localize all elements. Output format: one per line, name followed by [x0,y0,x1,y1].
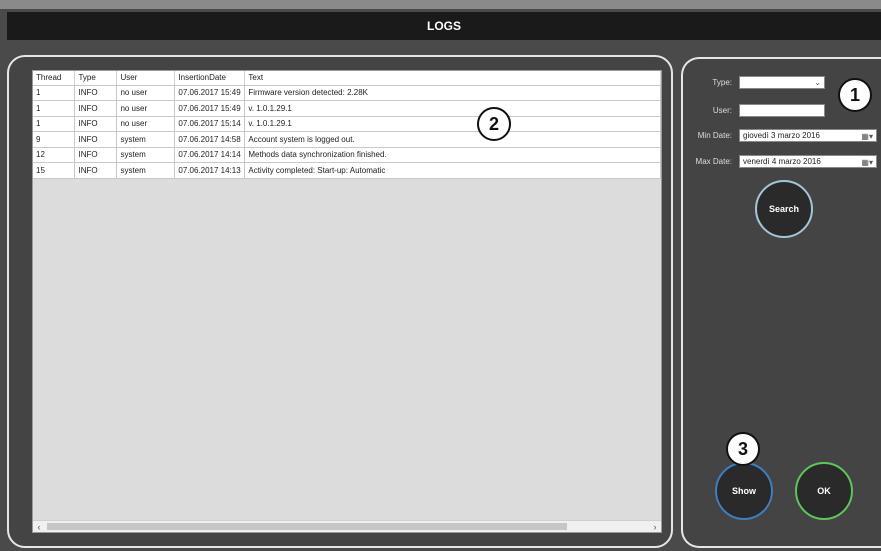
cell-user: system [116,147,176,163]
table-row[interactable]: 1 INFO no user 07.06.2017 15:49 Firmware… [33,85,661,101]
cell-type: INFO [74,147,118,163]
table-row[interactable]: 1 INFO no user 07.06.2017 15:14 v. 1.0.1… [33,116,661,132]
cell-thread: 9 [33,131,76,148]
column-header-user[interactable]: User [116,71,176,86]
cell-insertion-date: 07.06.2017 14:14 [174,147,246,163]
calendar-icon[interactable]: ▦▾ [861,157,873,169]
cell-type: INFO [74,131,118,148]
type-label: Type: [712,78,732,87]
log-table: Thread Type User InsertionDate Text 1 IN… [33,71,661,179]
cell-user: system [116,131,176,148]
cell-insertion-date: 07.06.2017 14:13 [174,162,246,179]
logs-window: LOGS Thread Type User InsertionDate Text… [0,0,881,551]
table-row[interactable]: 1 INFO no user 07.06.2017 15:49 v. 1.0.1… [33,100,661,117]
cell-user: no user [116,100,176,117]
window-title: LOGS [7,12,881,40]
horizontal-scrollbar[interactable]: ‹ › [33,520,661,532]
cell-text: Firmware version detected: 2.28K [244,85,661,101]
column-header-thread[interactable]: Thread [33,71,76,86]
column-header-type[interactable]: Type [74,71,118,86]
max-date-value: venerdì 4 marzo 2016 [743,157,821,166]
scrollbar-thumb[interactable] [47,523,567,530]
chevron-down-icon: ⌄ [814,78,821,87]
cell-user: no user [116,85,176,101]
scroll-right-icon[interactable]: › [649,521,661,532]
type-dropdown[interactable]: ⌄ [739,76,825,89]
cell-insertion-date: 07.06.2017 14:58 [174,131,246,148]
cell-type: INFO [74,116,118,132]
cell-text: Methods data synchronization finished. [244,147,661,163]
cell-insertion-date: 07.06.2017 15:49 [174,85,246,101]
cell-text: v. 1.0.1.29.1 [244,116,661,132]
table-row[interactable]: 12 INFO system 07.06.2017 14:14 Methods … [33,147,661,163]
column-header-insertion-date[interactable]: InsertionDate [174,71,246,86]
log-grid[interactable]: Thread Type User InsertionDate Text 1 IN… [32,70,662,533]
cell-text: v. 1.0.1.29.1 [244,100,661,117]
user-label: User: [712,106,732,115]
search-button[interactable]: Search [755,180,813,238]
show-button[interactable]: Show [715,462,773,520]
callout-grid: 2 [477,107,511,141]
cell-insertion-date: 07.06.2017 15:49 [174,100,246,117]
cell-type: INFO [74,162,118,179]
min-date-label: Min Date: [697,131,732,140]
max-date-picker[interactable]: venerdì 4 marzo 2016 ▦▾ [739,155,877,168]
cell-type: INFO [74,100,118,117]
cell-text: Activity completed: Start-up: Automatic [244,162,661,179]
callout-show: 3 [726,432,760,466]
cell-insertion-date: 07.06.2017 15:14 [174,116,246,132]
cell-text: Account system is logged out. [244,131,661,148]
cell-thread: 1 [33,116,76,132]
column-header-text[interactable]: Text [244,71,661,86]
scroll-left-icon[interactable]: ‹ [33,521,45,532]
max-date-label: Max Date: [695,157,732,166]
cell-thread: 1 [33,85,76,101]
table-header-row: Thread Type User InsertionDate Text [33,71,661,86]
cell-thread: 15 [33,162,76,179]
cell-user: no user [116,116,176,132]
cell-thread: 12 [33,147,76,163]
cell-type: INFO [74,85,118,101]
window-top-strip [0,0,881,9]
calendar-icon[interactable]: ▦▾ [861,131,873,143]
user-input[interactable] [739,104,825,117]
table-row[interactable]: 9 INFO system 07.06.2017 14:58 Account s… [33,131,661,148]
cell-user: system [116,162,176,179]
ok-button[interactable]: OK [795,462,853,520]
table-row[interactable]: 15 INFO system 07.06.2017 14:13 Activity… [33,162,661,179]
callout-filters: 1 [838,78,872,112]
min-date-value: giovedì 3 marzo 2016 [743,131,820,140]
cell-thread: 1 [33,100,76,117]
min-date-picker[interactable]: giovedì 3 marzo 2016 ▦▾ [739,129,877,142]
